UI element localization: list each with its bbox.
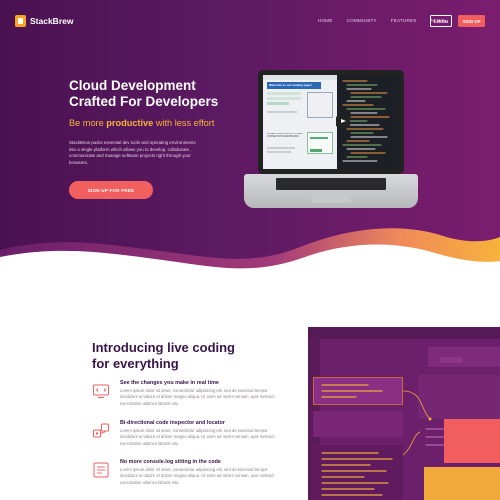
- live-coding-illustration: [308, 327, 500, 500]
- nav-community[interactable]: COMMUNITY: [347, 18, 377, 23]
- inspector-icon: [93, 423, 109, 438]
- feature-description: Lorem ipsum dolor sit amet, consectetur …: [120, 428, 274, 446]
- feature-title: No more console.log sitting in the code: [120, 459, 221, 465]
- nav-home[interactable]: HOME: [318, 18, 333, 23]
- features-title-line2: for everything: [92, 356, 179, 371]
- features-title: Introducing live coding for everything: [92, 340, 292, 372]
- hero-wave: [0, 228, 500, 290]
- tagline-bold: productive: [106, 118, 154, 128]
- screen-subheading: LOREM IPSUM DOLOR SIT AMET, CONSECTETUR …: [267, 133, 304, 138]
- tagline-prefix: Be more: [69, 118, 104, 128]
- hero-title: Cloud Development Crafted For Developers: [69, 78, 249, 110]
- feature-title: Bi-directional code inspector and locato…: [120, 420, 225, 426]
- features-title-line1: Introducing live coding: [92, 340, 235, 355]
- screen-preview-pane: Welcome to our landing page! LOREM IPSUM…: [263, 75, 337, 169]
- tagline-suffix: with less effort: [155, 118, 215, 128]
- hero-description: StackBrew packs essential dev tools and …: [69, 140, 196, 165]
- signup-button[interactable]: SIGN UP: [458, 15, 485, 27]
- brand-name: StackBrew: [30, 16, 74, 26]
- mug-logo-icon: [15, 15, 26, 27]
- screen-heading: Welcome to our landing page!: [267, 82, 321, 89]
- top-nav: StackBrew HOME COMMUNITY FEATURES NEWS L…: [0, 12, 500, 32]
- console-list-icon: [93, 462, 109, 478]
- play-video-button[interactable]: [336, 116, 350, 127]
- hero-title-line2: Crafted For Developers: [69, 94, 219, 109]
- highlight-card: [444, 419, 500, 463]
- signup-free-button[interactable]: SIGN UP FOR FREE: [69, 181, 153, 199]
- feature-title: See the changes you make in real time: [120, 380, 219, 386]
- feature-description: Lorem ipsum dolor sit amet, consectetur …: [120, 388, 274, 406]
- laptop-screen: Welcome to our landing page! LOREM IPSUM…: [258, 70, 404, 174]
- editor-code-lines: [321, 384, 500, 500]
- brand-logo[interactable]: StackBrew: [15, 15, 73, 27]
- feature-description: Lorem ipsum dolor sit amet, consectetur …: [120, 467, 274, 485]
- laptop-keyboard: [276, 178, 386, 190]
- login-button[interactable]: LOGIN: [430, 15, 452, 27]
- laptop-trackpad: [311, 193, 351, 203]
- hero-section: StackBrew HOME COMMUNITY FEATURES NEWS L…: [0, 0, 500, 290]
- hero-title-line1: Cloud Development: [69, 78, 196, 93]
- screen-content: Welcome to our landing page! LOREM IPSUM…: [263, 75, 399, 169]
- console-card: [424, 467, 500, 500]
- monitor-code-icon: [93, 384, 109, 398]
- hero-tagline: Be more productive with less effort: [69, 118, 214, 128]
- nav-features[interactable]: FEATURES: [391, 18, 417, 23]
